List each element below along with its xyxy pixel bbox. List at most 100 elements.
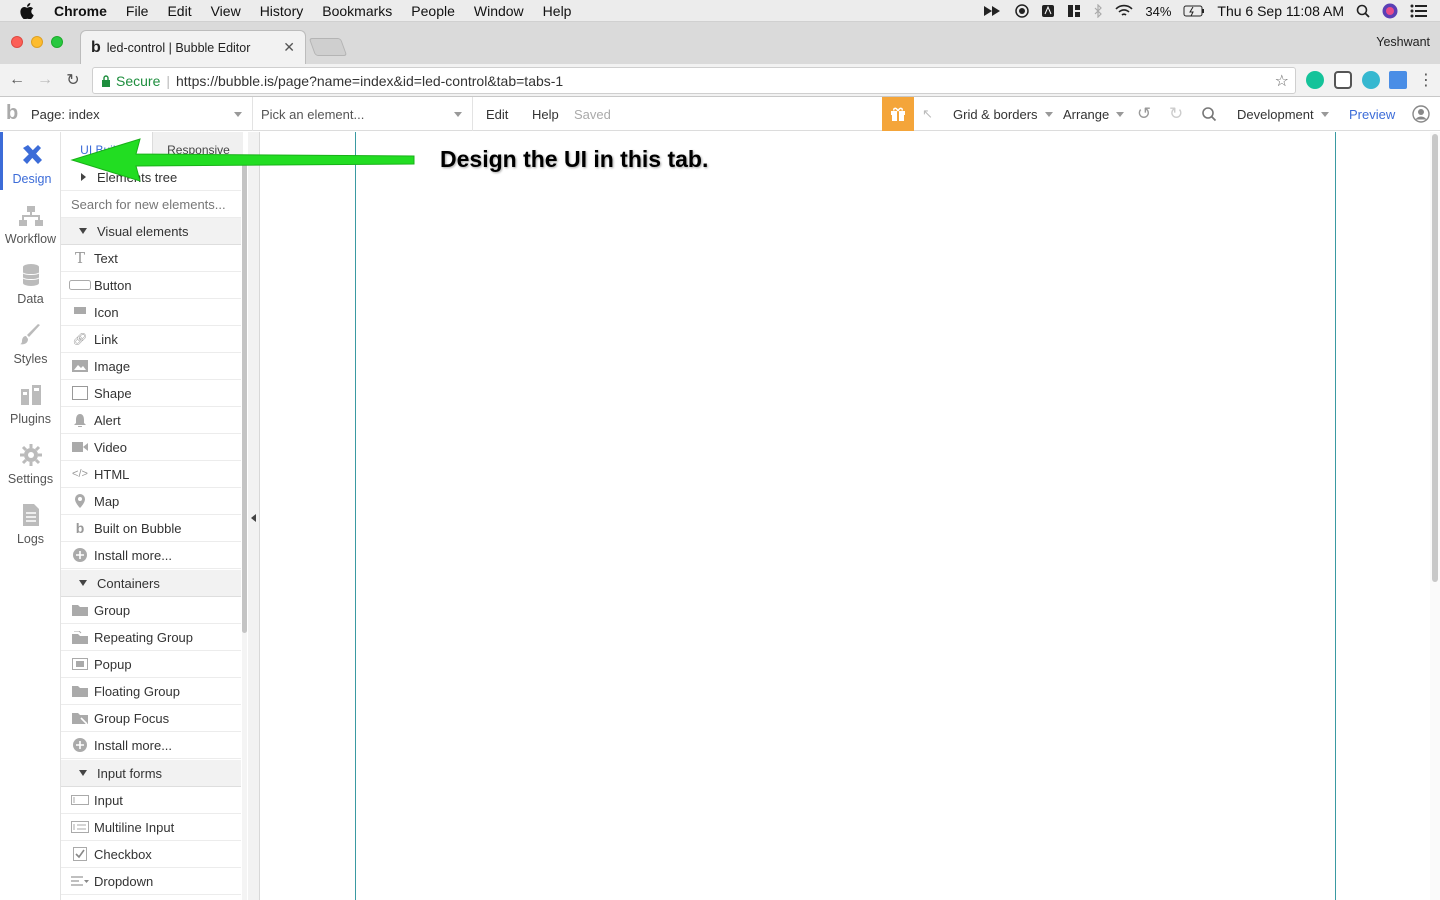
maximize-window-button[interactable] — [51, 36, 63, 48]
element-picker[interactable]: Pick an element... — [253, 97, 473, 131]
nav-logs[interactable]: Logs — [0, 492, 61, 550]
menu-help[interactable]: Help — [543, 3, 572, 19]
back-icon[interactable]: ← — [6, 71, 28, 89]
palette-item-install-more-containers[interactable]: Install more... — [61, 732, 241, 759]
calendar-extension-icon[interactable] — [1389, 71, 1407, 89]
bubble-logo-icon[interactable]: b — [6, 102, 18, 125]
palette-item-text[interactable]: T Text — [61, 245, 241, 272]
menu-app-chrome[interactable]: Chrome — [54, 3, 107, 19]
element-search-input[interactable]: Search for new elements... — [61, 191, 241, 218]
redo-icon[interactable]: ↻ — [1169, 97, 1183, 131]
nav-design-label: Design — [12, 172, 52, 186]
menu-edit[interactable]: Edit — [167, 3, 191, 19]
nav-logs-label: Logs — [16, 532, 45, 546]
palette-item-map[interactable]: Map — [61, 488, 241, 515]
arrange-label: Arrange — [1063, 106, 1110, 122]
menu-file[interactable]: File — [126, 3, 149, 19]
spotlight-search-icon[interactable] — [1356, 4, 1370, 18]
battery-percent[interactable]: 34% — [1145, 4, 1171, 19]
canvas-scrollbar[interactable] — [1430, 132, 1440, 900]
grid-borders-menu[interactable]: Grid & borders — [953, 97, 1053, 131]
bluetooth-icon[interactable] — [1093, 4, 1103, 18]
nav-settings[interactable]: Settings — [0, 432, 61, 490]
environment-selector[interactable]: Development — [1237, 97, 1329, 131]
address-bar[interactable]: Secure | https://bubble.is/page?name=ind… — [92, 67, 1296, 94]
undo-icon[interactable]: ↺ — [1137, 97, 1151, 131]
palette-item-link[interactable]: 🔗︎ Link — [61, 326, 241, 353]
menu-window[interactable]: Window — [474, 3, 524, 19]
bookmark-star-icon[interactable]: ☆ — [1275, 71, 1289, 91]
profile-name[interactable]: Yeshwant — [1376, 35, 1430, 49]
minimize-window-button[interactable] — [31, 36, 43, 48]
browser-tab[interactable]: b led-control | Bubble Editor ✕ — [80, 30, 306, 64]
siri-icon[interactable] — [1382, 3, 1398, 19]
palette-item-video[interactable]: Video — [61, 434, 241, 461]
search-icon[interactable] — [1201, 97, 1217, 131]
gift-icon[interactable] — [882, 97, 914, 131]
clock[interactable]: Thu 6 Sep 11:08 AM — [1217, 3, 1344, 19]
palette-item-built-on-bubble[interactable]: b Built on Bubble — [61, 515, 241, 542]
palette-item-multiline-input[interactable]: Multiline Input — [61, 814, 241, 841]
arrange-menu[interactable]: Arrange — [1063, 97, 1125, 131]
reload-icon[interactable]: ↻ — [62, 70, 84, 90]
palette-item-floating-group[interactable]: Floating Group — [61, 678, 241, 705]
palette-item-popup[interactable]: Popup — [61, 651, 241, 678]
palette-item-html[interactable]: </> HTML — [61, 461, 241, 488]
page-selector[interactable]: Page: index — [23, 97, 253, 131]
wifi-icon[interactable] — [1115, 4, 1133, 18]
battery-icon[interactable] — [1183, 5, 1205, 17]
palette-item-group-focus[interactable]: Group Focus — [61, 705, 241, 732]
palette-item-button[interactable]: Button — [61, 272, 241, 299]
palette-item-image[interactable]: Image — [61, 353, 241, 380]
nav-styles[interactable]: Styles — [0, 312, 61, 370]
collapse-palette-handle[interactable] — [248, 132, 260, 900]
list-item: Install more... — [94, 547, 173, 563]
editor-left-nav: Design Workflow Data Styles Plugins Sett… — [0, 132, 61, 900]
app-store-icon[interactable] — [1041, 4, 1055, 18]
palette-item-input[interactable]: Input — [61, 787, 241, 814]
list-item: Multiline Input — [94, 819, 175, 835]
design-canvas[interactable] — [261, 132, 1430, 900]
palette-item-alert[interactable]: Alert — [61, 407, 241, 434]
forward-icon[interactable]: → — [34, 71, 56, 89]
preview-button[interactable]: Preview — [1349, 97, 1395, 131]
extension-m-icon[interactable] — [1362, 71, 1380, 89]
account-icon[interactable] — [1412, 97, 1430, 131]
nav-design[interactable]: Design — [0, 132, 61, 190]
palette-item-install-more[interactable]: Install more... — [61, 542, 241, 569]
canvas-scrollbar-thumb[interactable] — [1432, 134, 1438, 582]
chrome-menu-icon[interactable]: ⋮ — [1418, 70, 1434, 90]
palette-item-dropdown[interactable]: Dropdown — [61, 868, 241, 895]
url-text[interactable]: https://bubble.is/page?name=index&id=led… — [176, 73, 563, 89]
section-visual-elements[interactable]: Visual elements — [61, 218, 241, 245]
palette-item-checkbox[interactable]: Checkbox — [61, 841, 241, 868]
palette-item-group[interactable]: Group — [61, 597, 241, 624]
menu-view[interactable]: View — [211, 3, 241, 19]
palette-scrollbar-thumb[interactable] — [242, 163, 247, 633]
section-input-forms[interactable]: Input forms — [61, 760, 241, 787]
close-tab-icon[interactable]: ✕ — [283, 39, 295, 56]
section-containers[interactable]: Containers — [61, 570, 241, 597]
nav-data[interactable]: Data — [0, 252, 61, 310]
grammarly-extension-icon[interactable] — [1306, 71, 1324, 89]
palette-item-icon[interactable]: Icon — [61, 299, 241, 326]
pointer-icon[interactable]: ↖ — [922, 97, 933, 131]
nav-workflow[interactable]: Workflow — [0, 192, 61, 250]
palette-item-repeating-group[interactable]: Repeating Group — [61, 624, 241, 651]
apple-icon[interactable] — [20, 2, 38, 19]
new-tab-button[interactable] — [308, 38, 348, 56]
layout-icon[interactable] — [1067, 4, 1081, 18]
close-window-button[interactable] — [11, 36, 23, 48]
menu-people[interactable]: People — [411, 3, 455, 19]
pocket-extension-icon[interactable] — [1334, 71, 1352, 89]
edit-menu[interactable]: Edit — [486, 97, 508, 131]
list-item: Dropdown — [94, 873, 154, 889]
palette-item-shape[interactable]: Shape — [61, 380, 241, 407]
notification-center-icon[interactable] — [1410, 4, 1428, 18]
fast-forward-icon[interactable] — [983, 5, 1003, 17]
nav-plugins[interactable]: Plugins — [0, 372, 61, 430]
record-icon[interactable] — [1015, 4, 1030, 18]
menu-history[interactable]: History — [260, 3, 304, 19]
help-menu[interactable]: Help — [532, 97, 559, 131]
menu-bookmarks[interactable]: Bookmarks — [322, 3, 392, 19]
